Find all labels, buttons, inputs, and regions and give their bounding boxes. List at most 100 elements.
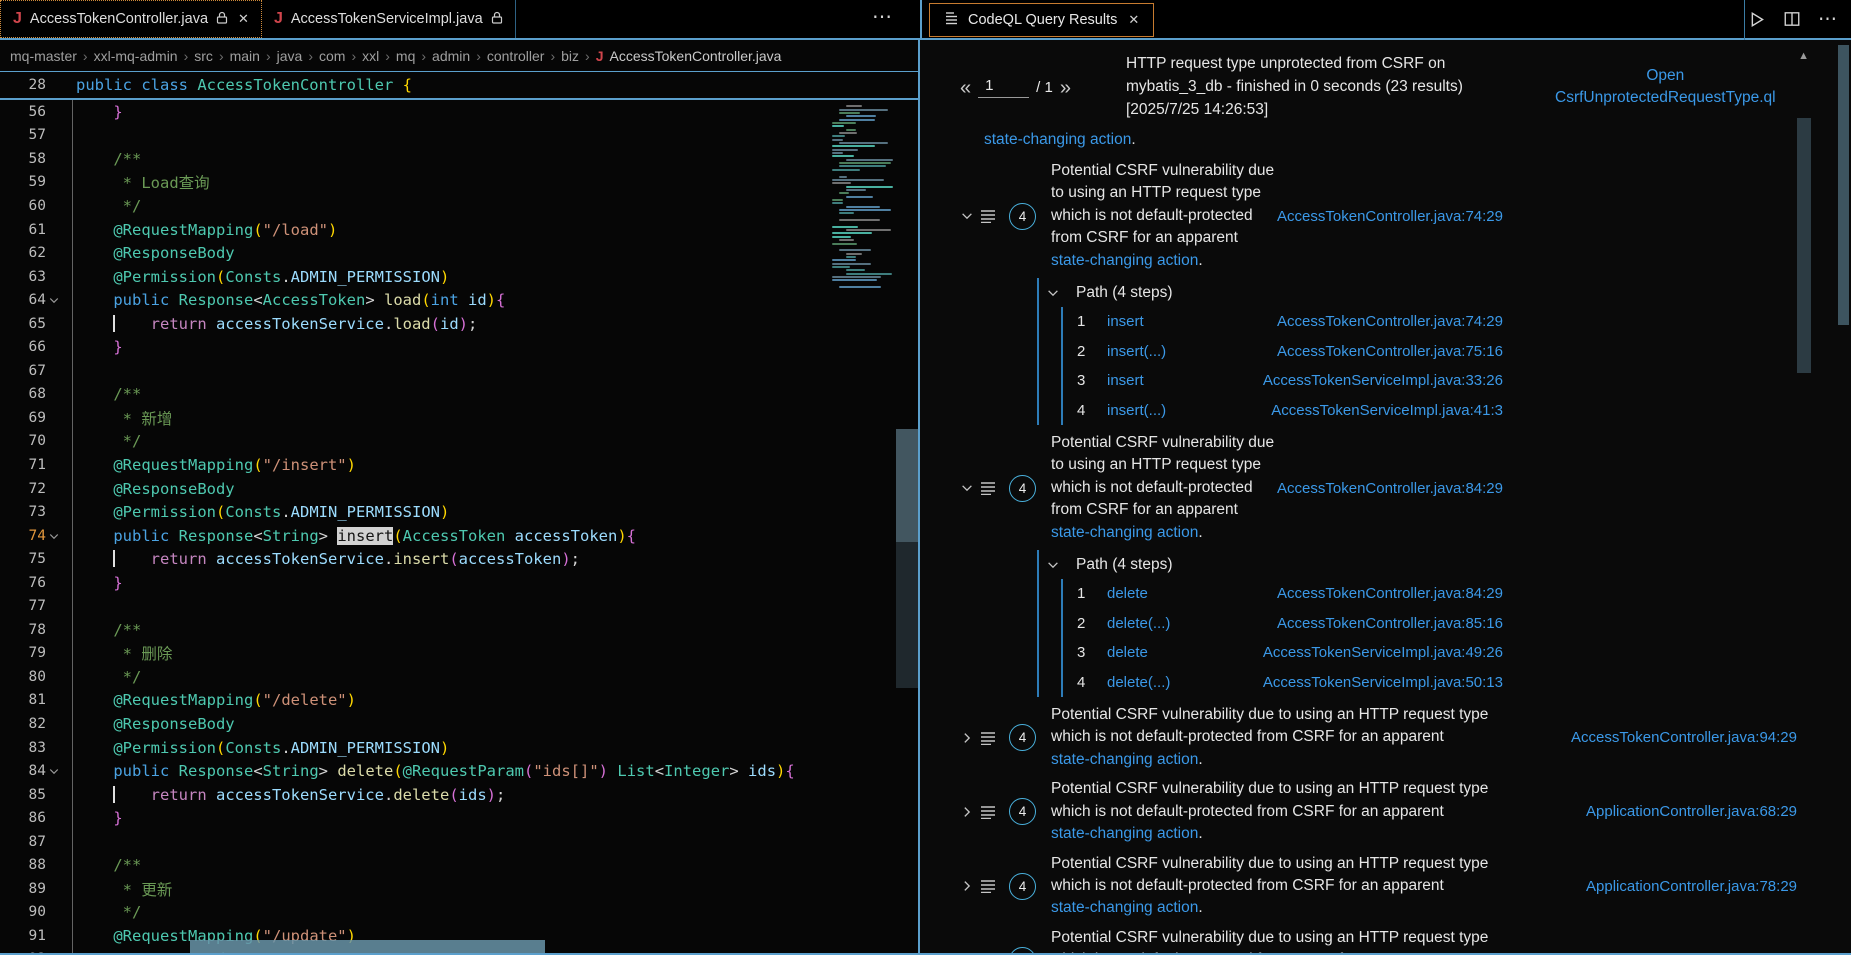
breadcrumb-item[interactable]: admin <box>432 48 470 64</box>
step-label-link[interactable]: delete <box>1107 644 1148 661</box>
code-text[interactable]: @Permission(Consts.ADMIN_PERMISSION) <box>62 503 449 521</box>
result-location-link[interactable]: AccessTokenController.java:74:29 <box>1277 208 1503 225</box>
line-number[interactable]: 63 <box>0 269 46 285</box>
page-number-input[interactable]: 1 <box>978 77 1029 98</box>
code-text[interactable]: @RequestMapping("/load") <box>62 221 337 239</box>
code-text[interactable]: } <box>62 103 123 121</box>
line-number[interactable]: 72 <box>0 481 46 497</box>
code-text[interactable]: public Response<String> insert(AccessTok… <box>62 527 636 545</box>
state-changing-action-link[interactable]: state-changing action <box>1051 825 1198 842</box>
line-number[interactable]: 76 <box>0 575 46 591</box>
breadcrumb-item[interactable]: java <box>277 48 303 64</box>
step-location-link[interactable]: AccessTokenServiceImpl.java:50:13 <box>1263 674 1503 691</box>
line-number[interactable]: 71 <box>0 457 46 473</box>
code-text[interactable]: @RequestMapping("/insert") <box>62 456 356 474</box>
split-editor-icon[interactable] <box>1783 10 1801 28</box>
line-number[interactable]: 57 <box>0 127 46 143</box>
editor-scrollbar-slider[interactable] <box>896 429 918 542</box>
line-number[interactable]: 74 <box>0 528 46 544</box>
result-location-link[interactable]: ApplicationController.java:78:29 <box>1586 878 1797 895</box>
line-number[interactable]: 61 <box>0 222 46 238</box>
line-number[interactable]: 88 <box>0 857 46 873</box>
line-number[interactable]: 87 <box>0 834 46 850</box>
line-number[interactable]: 64 <box>0 292 46 308</box>
result-location-link[interactable]: ApplicationController.java:68:29 <box>1586 803 1797 820</box>
step-label-link[interactable]: insert(...) <box>1107 402 1166 419</box>
step-location-link[interactable]: AccessTokenServiceImpl.java:49:26 <box>1263 644 1503 661</box>
open-query-file-link[interactable]: Open CsrfUnprotectedRequestType.ql <box>1542 65 1789 109</box>
panel-scrollbar-slider[interactable] <box>1838 45 1849 325</box>
fold-chevron-icon[interactable] <box>46 530 62 542</box>
line-number[interactable]: 78 <box>0 622 46 638</box>
fold-chevron-icon[interactable] <box>46 294 62 306</box>
code-text[interactable]: * 新增 <box>62 407 172 429</box>
line-number[interactable]: 79 <box>0 645 46 661</box>
scroll-up-icon[interactable]: ▲ <box>1798 50 1809 62</box>
path-collapse-chevron-icon[interactable] <box>1046 558 1066 572</box>
code-text[interactable]: return accessTokenService.delete(ids); <box>62 786 505 804</box>
step-label-link[interactable]: insert(...) <box>1107 343 1166 360</box>
step-location-link[interactable]: AccessTokenController.java:85:16 <box>1277 615 1503 632</box>
line-number[interactable]: 67 <box>0 363 46 379</box>
line-number[interactable]: 28 <box>0 77 46 93</box>
code-text[interactable]: */ <box>62 197 141 215</box>
step-location-link[interactable]: AccessTokenServiceImpl.java:41:3 <box>1271 402 1503 419</box>
step-location-link[interactable]: AccessTokenController.java:74:29 <box>1277 313 1503 330</box>
step-label-link[interactable]: delete <box>1107 585 1148 602</box>
line-number[interactable]: 65 <box>0 316 46 332</box>
path-collapse-chevron-icon[interactable] <box>1046 286 1066 300</box>
line-number[interactable]: 73 <box>0 504 46 520</box>
list-icon[interactable] <box>980 481 1006 495</box>
code-text[interactable]: } <box>62 338 123 356</box>
code-text[interactable]: /** <box>62 385 141 403</box>
code-text[interactable]: public class AccessTokenController { <box>62 76 412 94</box>
sticky-scroll-line[interactable]: 28 public class AccessTokenController { <box>0 73 918 100</box>
step-location-link[interactable]: AccessTokenServiceImpl.java:33:26 <box>1263 372 1503 389</box>
line-number[interactable]: 90 <box>0 904 46 920</box>
code-area[interactable]: 56 }5758 /**59 * Load查询60 */61 @RequestM… <box>0 100 918 953</box>
collapse-chevron-icon[interactable] <box>960 209 980 223</box>
code-text[interactable]: */ <box>62 903 141 921</box>
breadcrumb-item[interactable]: xxl-mq-admin <box>94 48 178 64</box>
breadcrumb-item[interactable]: biz <box>561 48 579 64</box>
code-text[interactable]: @ResponseBody <box>62 480 235 498</box>
step-label-link[interactable]: insert <box>1107 313 1144 330</box>
code-text[interactable]: } <box>62 574 123 592</box>
results-scrollbar-slider[interactable] <box>1797 118 1811 373</box>
step-label-link[interactable]: delete(...) <box>1107 674 1170 691</box>
breadcrumb-item[interactable]: src <box>194 48 213 64</box>
line-number[interactable]: 70 <box>0 433 46 449</box>
breadcrumb-file[interactable]: AccessTokenController.java <box>610 48 782 64</box>
fold-chevron-icon[interactable] <box>46 765 62 777</box>
list-icon[interactable] <box>980 879 1006 893</box>
minimap[interactable] <box>830 75 916 293</box>
expand-chevron-icon[interactable] <box>960 879 980 893</box>
breadcrumb-item[interactable]: xxl <box>362 48 379 64</box>
line-number[interactable]: 84 <box>0 763 46 779</box>
code-text[interactable]: return accessTokenService.load(id); <box>62 315 477 333</box>
breadcrumb-item[interactable]: controller <box>487 48 545 64</box>
horizontal-scrollbar[interactable] <box>190 940 545 953</box>
line-number[interactable]: 56 <box>0 104 46 120</box>
line-number[interactable]: 91 <box>0 928 46 944</box>
tab-codeql-query-results[interactable]: CodeQL Query Results ✕ <box>929 3 1154 37</box>
line-number[interactable]: 89 <box>0 881 46 897</box>
breadcrumb-item[interactable]: main <box>230 48 260 64</box>
line-number[interactable]: 60 <box>0 198 46 214</box>
state-changing-action-link[interactable]: state-changing action <box>1051 524 1198 541</box>
tab-accesstokencontroller-java[interactable]: J AccessTokenController.java ✕ <box>0 0 262 38</box>
line-number[interactable]: 75 <box>0 551 46 567</box>
close-icon[interactable]: ✕ <box>238 11 249 27</box>
code-text[interactable]: * 更新 <box>62 878 172 900</box>
list-icon[interactable] <box>980 731 1006 745</box>
line-number[interactable]: 86 <box>0 810 46 826</box>
line-number[interactable]: 83 <box>0 740 46 756</box>
line-number[interactable]: 80 <box>0 669 46 685</box>
result-location-link[interactable]: AccessTokenController.java:84:29 <box>1277 480 1503 497</box>
prev-page-icon[interactable]: « <box>960 78 971 98</box>
line-number[interactable]: 66 <box>0 339 46 355</box>
code-text[interactable]: } <box>62 809 123 827</box>
code-text[interactable]: /** <box>62 150 141 168</box>
code-text[interactable]: @ResponseBody <box>62 244 235 262</box>
code-text[interactable]: @RequestMapping("/delete") <box>62 691 356 709</box>
